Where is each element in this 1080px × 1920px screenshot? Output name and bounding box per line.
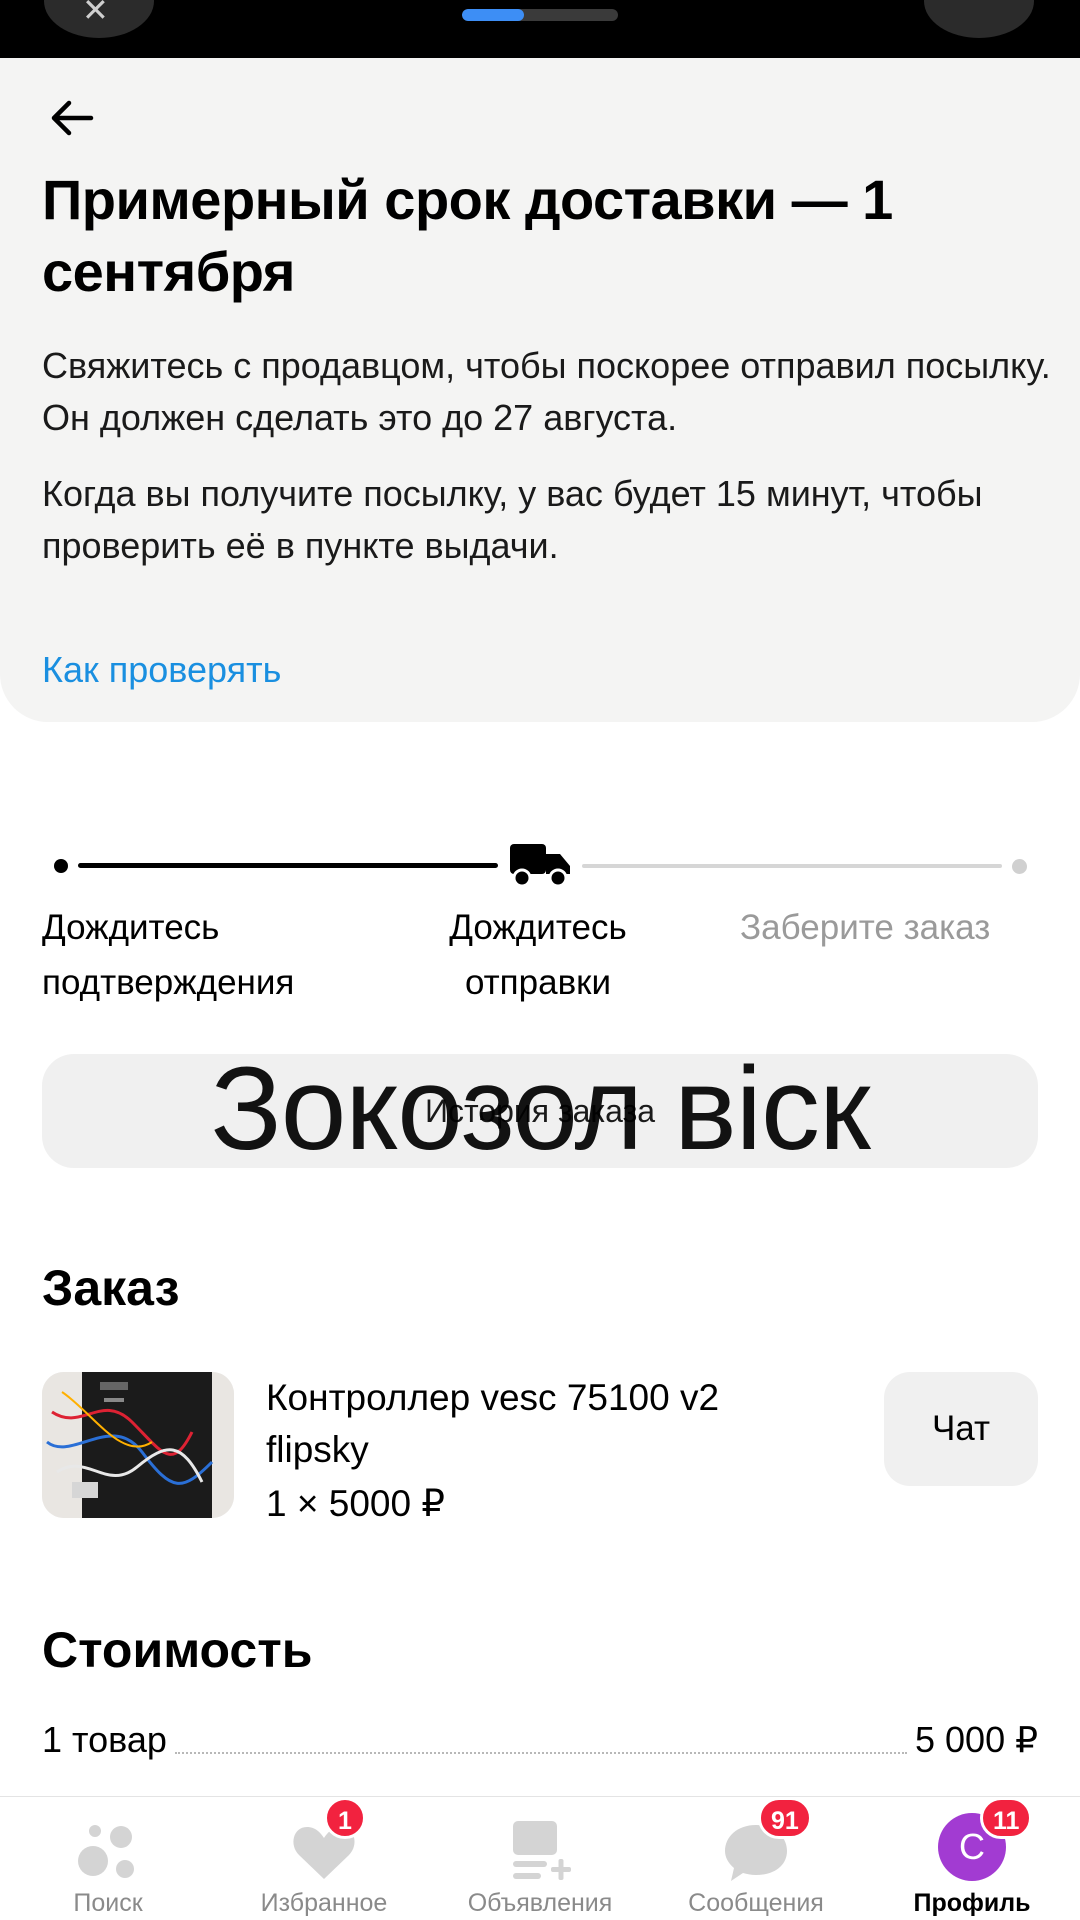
tab-messages[interactable]: 91 Сообщения [648,1797,864,1920]
tab-search-label: Поиск [73,1889,143,1917]
order-section-title: Заказ [42,1260,180,1316]
how-to-check-link[interactable]: Как проверять [42,644,281,696]
cost-row-value: 5 000 ₽ [915,1719,1038,1760]
step-line-done [78,863,498,868]
step-dot-pending [1012,859,1027,874]
bottom-tab-bar: Поиск 1 Избранное Объявления 91 Сообщени… [0,1796,1080,1920]
loading-progress-fill [462,9,525,21]
loading-progress-bar [462,9,618,21]
tab-profile-label: Профиль [913,1889,1031,1917]
back-button[interactable] [42,88,102,148]
menu-button[interactable] [924,0,1034,38]
tab-favorites[interactable]: 1 Избранное [216,1797,432,1920]
step-label-pickup: Заберите заказ [740,908,991,947]
profile-badge: 11 [980,1797,1033,1839]
page-title: Примерный срок доставки — 1 сентября [42,168,893,303]
chat-button[interactable]: Чат [884,1372,1038,1486]
tab-favorites-label: Избранное [260,1889,388,1917]
order-history-label: История заказа [424,1092,656,1129]
seller-instruction-text: Свяжитесь с продавцом, чтобы поскорее от… [42,345,1051,438]
step-label-confirmation: Дождитесь подтверждения [42,908,295,1002]
arrow-left-icon [51,100,94,136]
product-image [42,1372,234,1518]
chat-button-label: Чат [931,1409,991,1448]
listings-add-icon [513,1821,571,1880]
product-thumbnail[interactable] [42,1372,234,1518]
cost-section-title: Стоимость [42,1622,313,1678]
messages-badge: 91 [758,1797,812,1839]
dotted-leader [174,1752,907,1754]
product-price: 1 × 5000 ₽ [266,1483,445,1524]
tab-search[interactable]: Поиск [0,1797,216,1920]
step-dot-done [54,859,68,873]
favorites-badge: 1 [324,1797,366,1839]
tab-messages-label: Сообщения [688,1889,824,1917]
tab-listings[interactable]: Объявления [432,1797,648,1920]
step-line-pending [582,864,1002,868]
close-icon: ✕ [82,0,109,28]
step-label-shipping: Дождитесь отправки [449,908,627,1002]
tab-listings-label: Объявления [467,1889,613,1917]
delivery-info-card: Примерный срок доставки — 1 сентября Свя… [0,58,1080,722]
order-progress-stepper: Дождитесь подтверждения Дождитесь отправ… [0,830,1080,1010]
cost-row-items: 1 товар 5 000 ₽ [42,1714,1038,1764]
top-system-bar: ✕ [0,0,1080,58]
cost-row-label: 1 товар [42,1719,167,1760]
order-history-button[interactable]: История заказа [42,1054,1038,1168]
pickup-check-text: Когда вы получите посылку, у вас будет 1… [42,473,983,566]
close-button[interactable]: ✕ [44,0,154,38]
truck-icon [510,844,570,888]
search-bubbles-icon [78,1825,134,1878]
product-name[interactable]: Контроллер vesc 75100 v2 flipsky [266,1372,826,1476]
tab-profile[interactable]: С 11 Профиль [864,1797,1080,1920]
